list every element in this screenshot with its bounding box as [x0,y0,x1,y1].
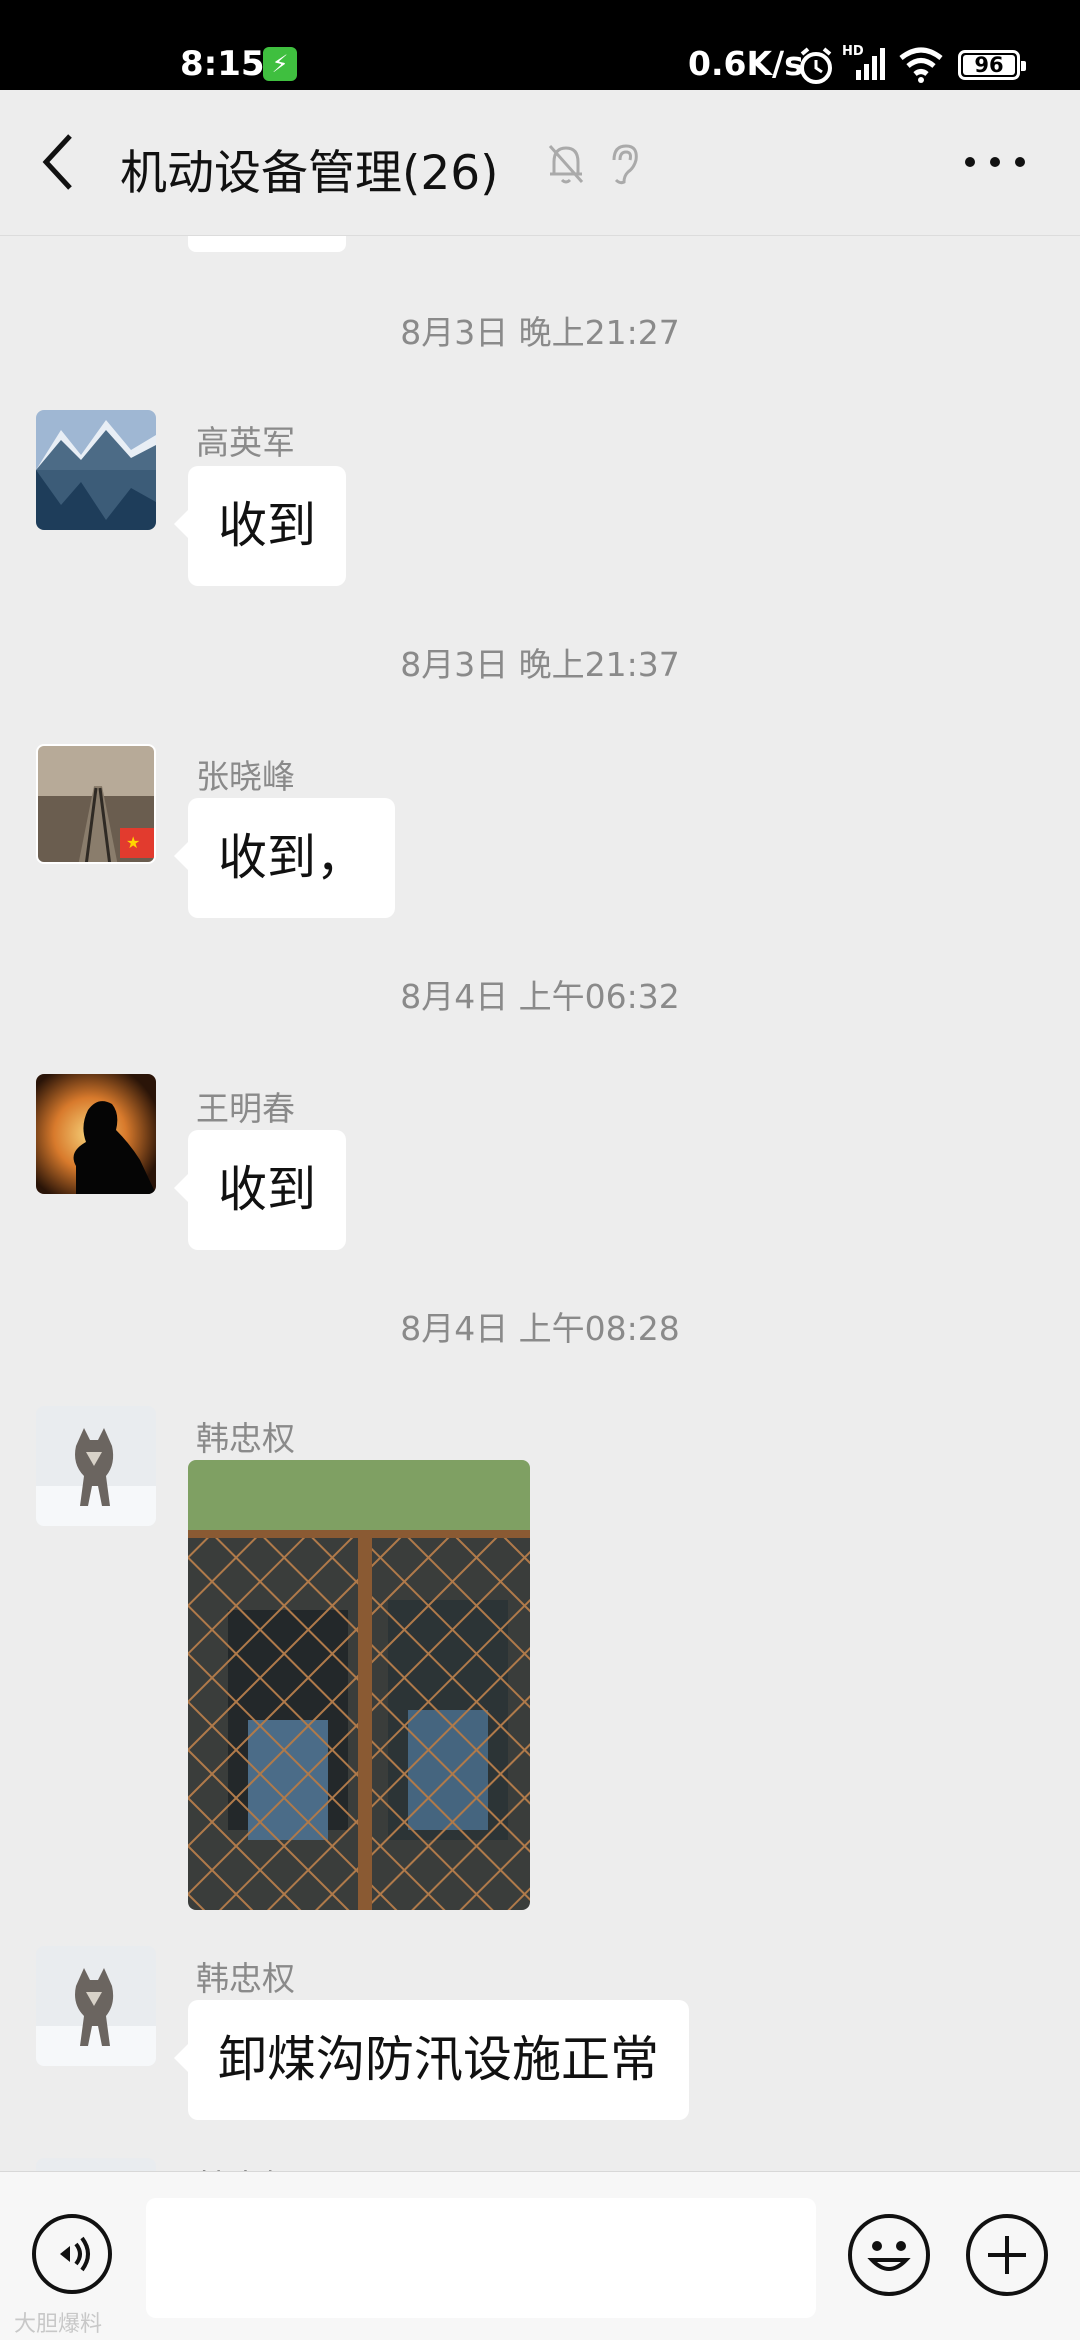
smiley-icon [867,2241,911,2271]
network-speed: 0.6K/s [688,44,804,83]
chat-title: 机动设备管理(26) [120,146,499,201]
status-bar: 8:15 ⚡ 0.6K/s HD 96 [0,0,1080,90]
avatar[interactable] [36,1074,156,1194]
message-bubble[interactable]: 收到， [173,798,396,918]
app-notification-icon: ⚡ [263,47,297,81]
input-bar [0,2171,1080,2340]
avatar[interactable] [36,2158,156,2171]
message-input[interactable] [146,2198,816,2318]
message-bubble[interactable]: 卸煤沟防汛设施正常 [173,2000,690,2120]
alarm-icon [800,47,832,84]
avatar[interactable]: ★ [36,744,156,864]
emoji-button[interactable] [848,2214,930,2296]
message-bubble[interactable]: 收到 [173,1130,347,1250]
battery-level: 96 [974,53,1004,77]
svg-text:★: ★ [126,833,140,852]
avatar[interactable] [36,1946,156,2066]
battery-icon: 96 [958,50,1026,80]
wifi-icon [899,47,943,83]
message-timestamp: 8月3日 晚上21:27 [400,313,680,352]
plus-icon [988,2236,1026,2274]
sender-name: 张晓峰 [196,757,295,796]
sender-name: 韩忠权 [196,2160,295,2171]
message-timestamp: 8月4日 上午08:28 [400,1309,680,1348]
mute-bell-icon [548,145,584,184]
sender-name: 王明春 [196,1089,295,1128]
earpiece-icon [612,144,638,185]
sender-name: 韩忠权 [196,1959,295,1998]
previous-message-bubble[interactable] [188,236,346,252]
voice-icon [60,2236,90,2272]
message-bubble[interactable]: 收到 [173,466,347,586]
message-timestamp: 8月3日 晚上21:37 [400,645,680,684]
more-options-icon[interactable] [960,142,1030,182]
back-arrow-icon[interactable] [38,132,78,192]
image-message[interactable] [188,1460,530,1910]
avatar[interactable] [36,1406,156,1526]
signal-icon: HD [842,44,888,82]
watermark: 大胆爆料 [14,2312,103,2337]
voice-input-button[interactable] [32,2214,112,2294]
sender-name: 韩忠权 [196,1419,295,1458]
message-timestamp: 8月4日 上午06:32 [400,977,680,1016]
chat-messages[interactable]: 8月3日 晚上21:27 高英军 收到 8月3日 晚上21:37 ★ 张晓峰 收… [0,236,1080,2171]
avatar[interactable] [36,410,156,530]
status-time: 8:15 [180,44,265,84]
sender-name: 高英军 [196,423,295,462]
more-actions-button[interactable] [966,2214,1048,2296]
chat-header: 机动设备管理(26) [0,90,1080,236]
